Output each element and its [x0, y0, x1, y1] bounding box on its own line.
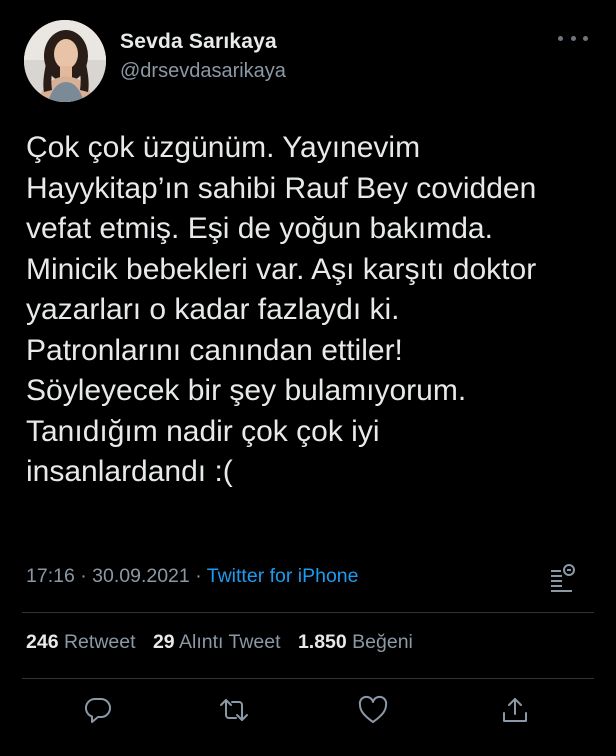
tweet-stats: 246 Retweet 29 Alıntı Tweet 1.850 Beğeni — [26, 631, 425, 654]
retweet-icon[interactable] — [216, 692, 252, 728]
retweets-stat[interactable]: 246 Retweet — [26, 631, 136, 653]
user-handle[interactable]: @drsevdasarikaya — [120, 60, 286, 83]
meta-separator: · — [80, 565, 87, 587]
tweet-text-line: Minicik bebekleri var. Aşı karşıtı dokto… — [26, 252, 537, 286]
action-bar — [0, 686, 616, 736]
divider — [22, 678, 594, 679]
tweet-time[interactable]: 17:16 — [26, 565, 75, 587]
reply-icon[interactable] — [80, 692, 116, 728]
meta-separator: · — [195, 565, 202, 587]
tweet-text-line: Çok çok üzgünüm. Yayınevim — [26, 131, 421, 164]
tweet-text-line: Tanıdığım nadir çok çok iyi — [26, 414, 380, 448]
tweet-text-line: vefat etmiş. Eşi de yoğun bakımda. — [26, 212, 493, 245]
tweet-text-line: insanlardandı :( — [26, 455, 233, 488]
likes-stat[interactable]: 1.850 Beğeni — [298, 631, 413, 653]
heart-icon[interactable] — [355, 692, 391, 728]
tweet-text-line: Hayykitap’ın sahibi Rauf Bey covidden — [26, 171, 537, 205]
dot — [583, 35, 588, 41]
dot — [570, 35, 576, 41]
divider — [22, 612, 594, 613]
tweet-source-link[interactable]: Twitter for iPhone — [207, 565, 359, 587]
likes-label: Beğeni — [352, 631, 413, 653]
quotes-label: Alıntı Tweet — [178, 631, 281, 653]
likes-count: 1.850 — [297, 631, 347, 653]
more-options-icon[interactable] — [558, 28, 588, 48]
display-name[interactable]: Sevda Sarıkaya — [120, 30, 277, 54]
dot — [558, 35, 563, 41]
tweet-date[interactable]: 30.09.2021 — [92, 565, 190, 587]
tweet-card: Sevda Sarıkaya @drsevdasarikaya Çok çok … — [0, 0, 616, 756]
avatar[interactable] — [24, 20, 106, 102]
retweets-label: Retweet — [63, 631, 136, 653]
tweet-text-line: Patronlarını canından ettiler! — [26, 333, 403, 367]
share-icon[interactable] — [497, 692, 533, 728]
tweet-text: Çok çok üzgünüm. Yayınevim Hayykitap’ın … — [26, 128, 596, 493]
tweet-text-line: Söyleyecek bir şey bulamıyorum. — [26, 374, 467, 407]
analytics-icon[interactable] — [548, 562, 576, 594]
avatar-photo — [24, 20, 106, 102]
tweet-meta: 17:16 · 30.09.2021 · Twitter for iPhone — [26, 565, 359, 588]
tweet-text-line: yazarları o kadar fazlaydı ki. — [26, 293, 400, 326]
retweets-count: 246 — [26, 631, 59, 653]
quotes-count: 29 — [152, 631, 175, 653]
quotes-stat[interactable]: 29 Alıntı Tweet — [153, 631, 281, 653]
